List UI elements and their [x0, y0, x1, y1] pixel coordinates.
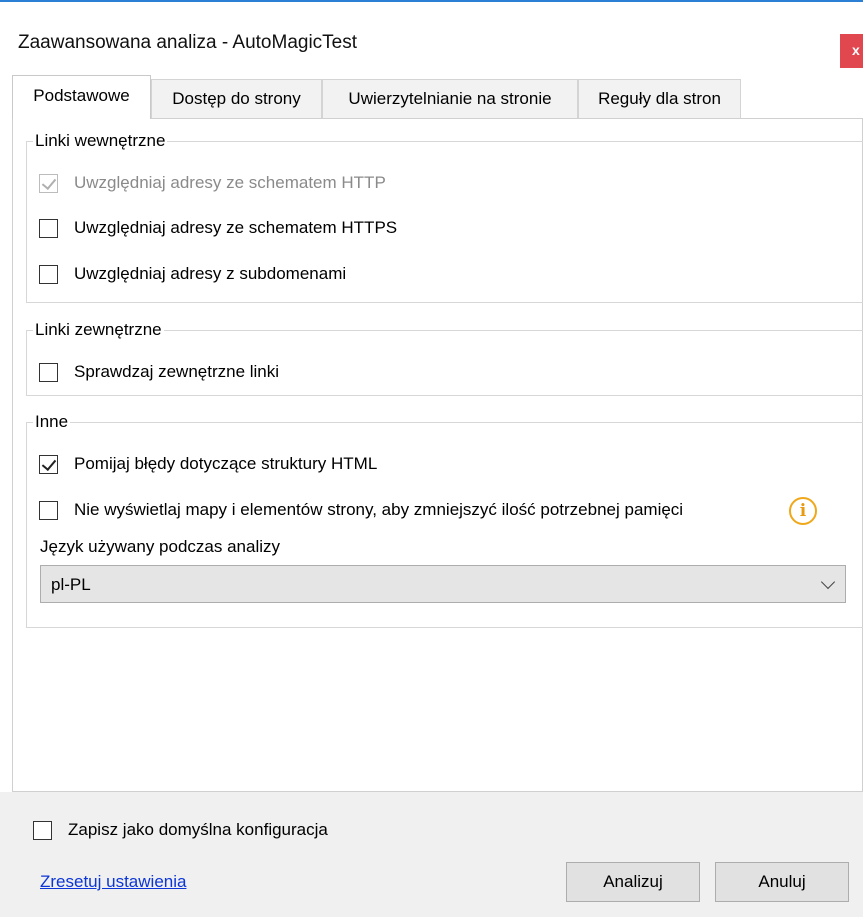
tab-reguly-dla-stron[interactable]: Reguły dla stron	[578, 79, 741, 119]
skip-html-errors-option[interactable]: Pomijaj błędy dotyczące struktury HTML	[39, 452, 377, 476]
hide-site-map-checkbox[interactable]	[39, 500, 58, 520]
analysis-language-label: Język używany podczas analizy	[40, 537, 281, 556]
tab-label: Podstawowe	[33, 86, 130, 105]
info-icon[interactable]: i	[789, 497, 817, 525]
tab-dostep-do-strony[interactable]: Dostęp do strony	[151, 79, 322, 119]
analysis-language-select[interactable]: pl-PL	[40, 565, 846, 603]
tab-strip: Podstawowe Dostęp do strony Uwierzytelni…	[12, 75, 863, 119]
include-subdomains-checkbox[interactable]	[39, 264, 58, 284]
cancel-button[interactable]: Anuluj	[715, 862, 849, 902]
other-legend: Inne	[35, 412, 69, 431]
analysis-language-value: pl-PL	[51, 575, 91, 594]
close-button[interactable]: x	[840, 34, 863, 68]
save-default-config-option[interactable]: Zapisz jako domyślna konfiguracja	[33, 818, 328, 842]
window-title: Zaawansowana analiza - AutoMagicTest	[18, 32, 358, 53]
tab-label: Uwierzytelnianie na stronie	[348, 89, 552, 108]
check-external-links-label[interactable]: Sprawdzaj zewnętrzne linki	[74, 362, 279, 382]
skip-html-errors-checkbox[interactable]	[39, 454, 58, 474]
save-default-config-label[interactable]: Zapisz jako domyślna konfiguracja	[68, 820, 328, 840]
tab-podstawowe[interactable]: Podstawowe	[12, 75, 151, 119]
hide-site-map-label[interactable]: Nie wyświetlaj mapy i elementów strony, …	[74, 500, 683, 520]
analyze-button-label: Analizuj	[603, 872, 663, 891]
tab-label: Dostęp do strony	[172, 89, 301, 108]
external-links-legend: Linki zewnętrzne	[35, 320, 162, 339]
include-https-checkbox[interactable]	[39, 218, 58, 238]
dialog-footer: Zapisz jako domyślna konfiguracja Zreset…	[0, 792, 863, 917]
check-external-links-checkbox[interactable]	[39, 362, 58, 382]
include-subdomains-option[interactable]: Uwzględniaj adresy z subdomenami	[39, 262, 346, 286]
tab-label: Reguły dla stron	[598, 89, 721, 108]
include-https-option[interactable]: Uwzględniaj adresy ze schematem HTTPS	[39, 216, 397, 240]
reset-settings-link[interactable]: Zresetuj ustawienia	[40, 872, 186, 892]
hide-site-map-option[interactable]: Nie wyświetlaj mapy i elementów strony, …	[39, 498, 683, 522]
chevron-down-icon	[820, 574, 836, 590]
tab-uwierzytelnianie[interactable]: Uwierzytelnianie na stronie	[322, 79, 578, 119]
close-icon: x	[852, 42, 860, 58]
dialog-window: Zaawansowana analiza - AutoMagicTest x P…	[0, 0, 863, 917]
include-https-label[interactable]: Uwzględniaj adresy ze schematem HTTPS	[74, 218, 397, 238]
skip-html-errors-label[interactable]: Pomijaj błędy dotyczące struktury HTML	[74, 454, 377, 474]
title-bar[interactable]: Zaawansowana analiza - AutoMagicTest x	[0, 2, 863, 70]
external-links-group: Linki zewnętrzne	[26, 320, 863, 396]
check-external-links-option[interactable]: Sprawdzaj zewnętrzne linki	[39, 360, 279, 384]
cancel-button-label: Anuluj	[758, 872, 806, 891]
internal-links-legend: Linki wewnętrzne	[35, 131, 166, 150]
include-http-option: Uwzględniaj adresy ze schematem HTTP	[39, 171, 386, 195]
include-http-label: Uwzględniaj adresy ze schematem HTTP	[74, 173, 386, 192]
include-http-checkbox	[39, 173, 58, 193]
tab-content-podstawowe: Linki wewnętrzne Uwzględniaj adresy ze s…	[12, 118, 863, 792]
include-subdomains-label[interactable]: Uwzględniaj adresy z subdomenami	[74, 264, 346, 284]
analyze-button[interactable]: Analizuj	[566, 862, 700, 902]
save-default-config-checkbox[interactable]	[33, 820, 52, 840]
